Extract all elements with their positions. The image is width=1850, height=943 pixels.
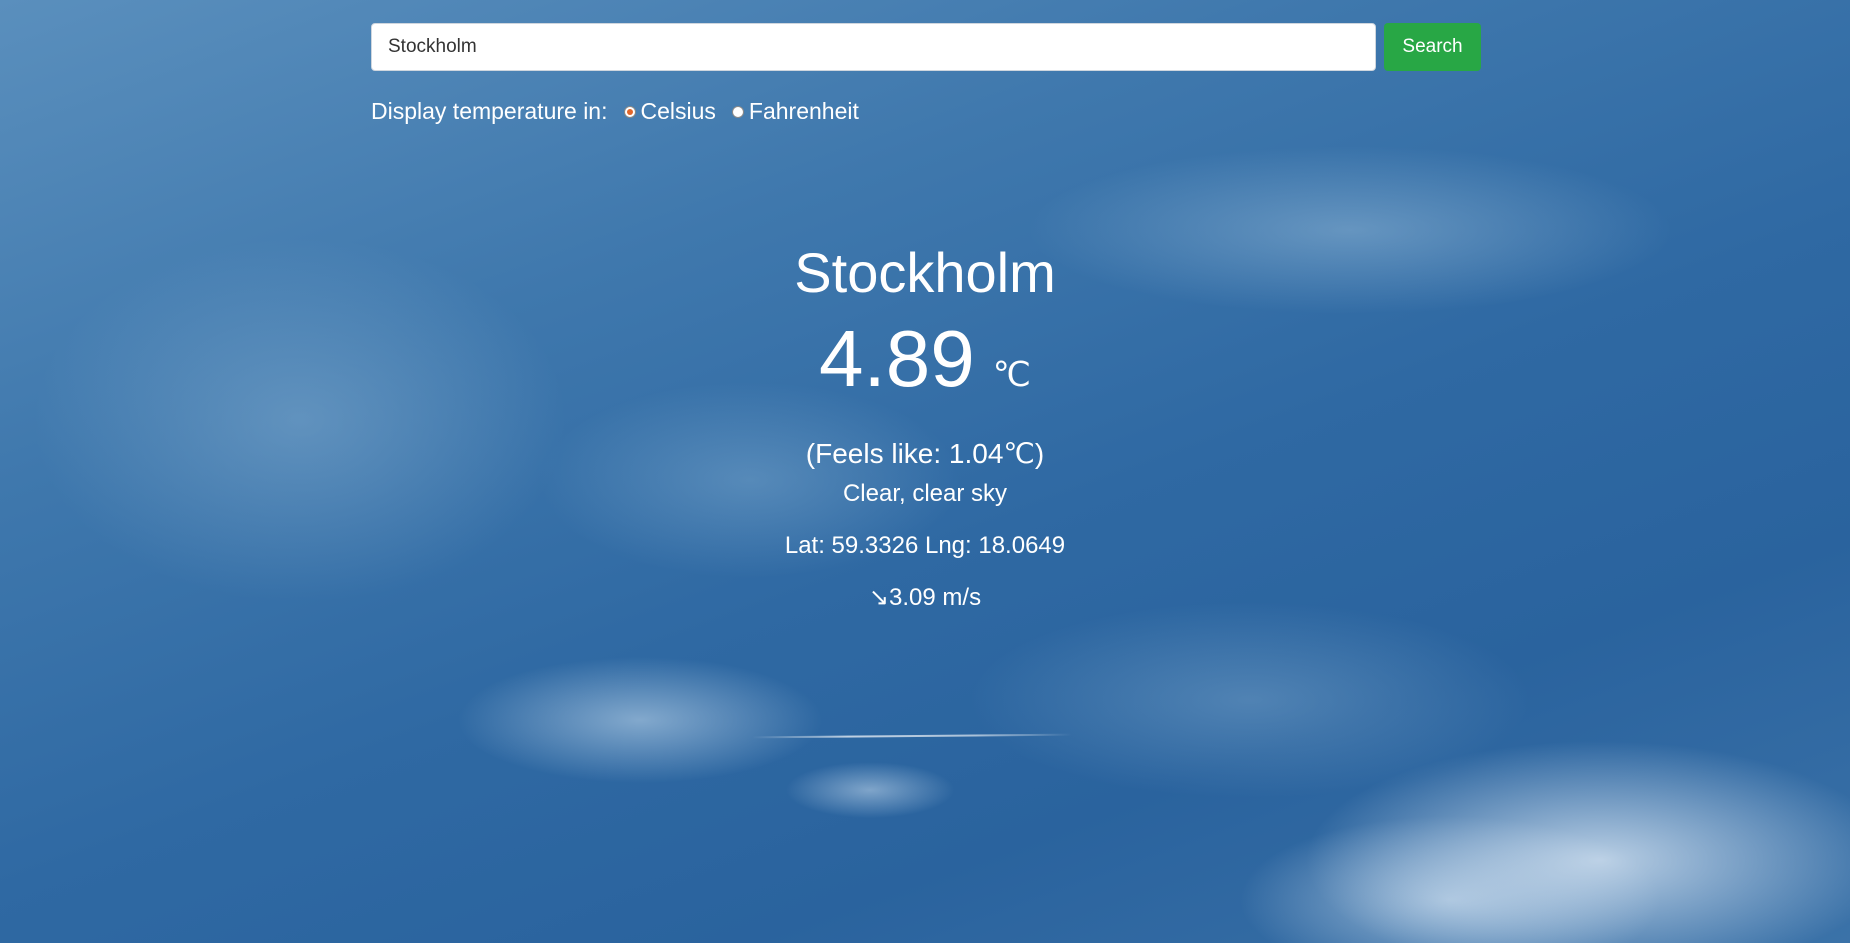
city-name: Stockholm [794, 241, 1056, 304]
celsius-radio[interactable] [623, 105, 636, 118]
sky-contrail [751, 733, 1073, 739]
wind-info: ↘3.09 m/s [0, 581, 1850, 615]
unit-selector-label: Display temperature in: [371, 98, 608, 124]
weather-panel: Stockholm 4.89 ℃ (Feels like: 1.04℃) Clea… [0, 238, 1850, 615]
feels-like: (Feels like: 1.04℃) [805, 438, 1045, 469]
search-bar: Search [371, 23, 1481, 71]
fahrenheit-option[interactable]: Fahrenheit [731, 98, 859, 125]
temperature-line: 4.89 ℃ [0, 316, 1850, 425]
celsius-label: Celsius [640, 98, 716, 124]
fahrenheit-radio[interactable] [731, 105, 744, 118]
fahrenheit-label: Fahrenheit [748, 98, 859, 124]
wind-direction-icon: ↘ [868, 584, 890, 611]
weather-description: Clear, clear sky [842, 480, 1008, 507]
temperature-value: 4.89 [819, 314, 975, 403]
coordinates: Lat: 59.3326 Lng: 18.0649 [784, 532, 1066, 559]
search-button[interactable]: Search [1384, 23, 1481, 71]
celsius-option[interactable]: Celsius [623, 98, 716, 125]
temperature-unit-selector: Display temperature in: Celsius Fahrenhe… [371, 98, 875, 125]
temperature-unit: ℃ [992, 356, 1031, 394]
wind-speed: 3.09 m/s [889, 584, 982, 611]
city-search-input[interactable] [371, 23, 1376, 71]
